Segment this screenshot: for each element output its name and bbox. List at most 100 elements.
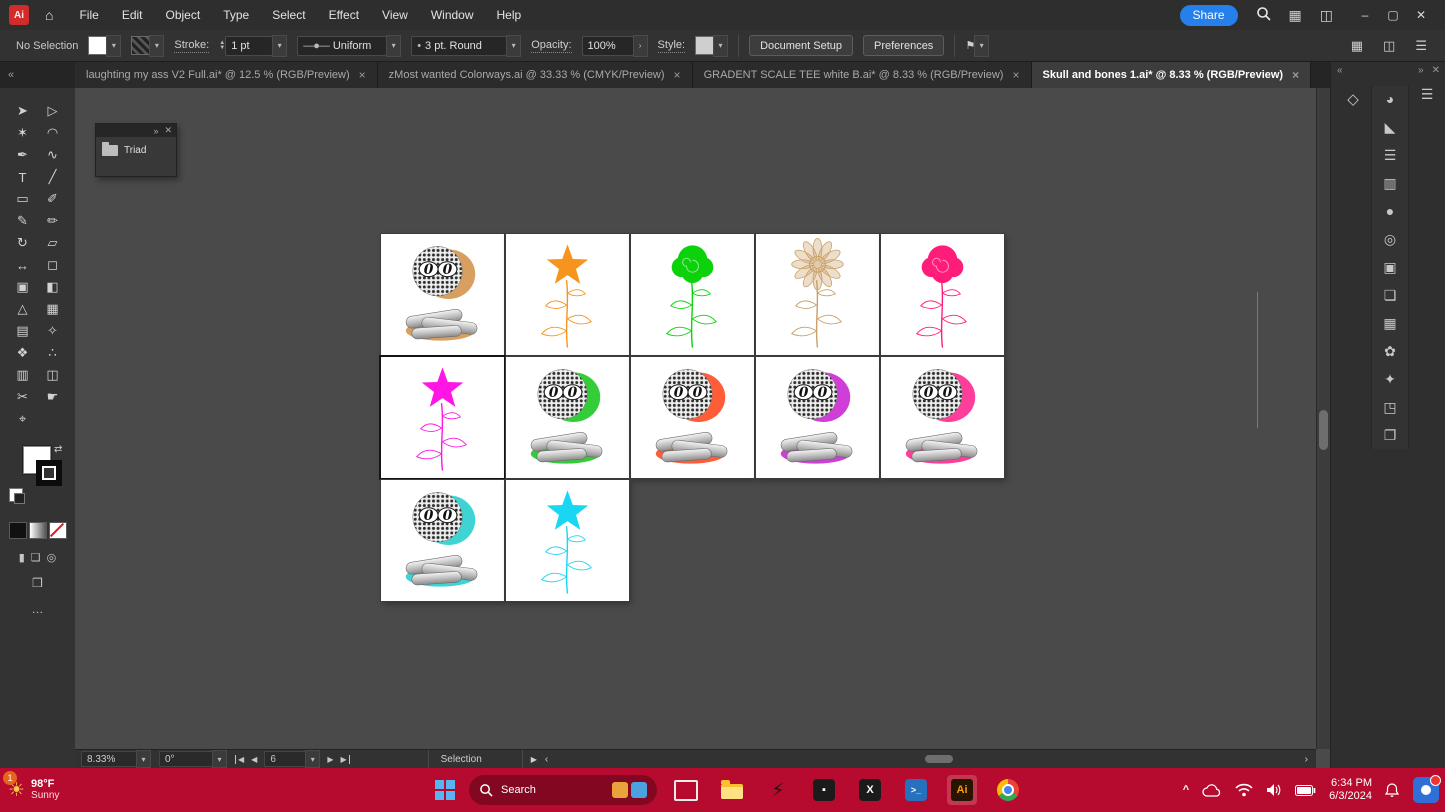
menu-edit[interactable]: Edit (122, 8, 143, 22)
artboard-skull-orange[interactable]: 0 0 (631, 357, 754, 478)
vertical-scrollbar-thumb[interactable] (1319, 410, 1328, 450)
first-artboard-icon[interactable]: ◀ (235, 755, 244, 764)
workspace-chevron-icon[interactable]: ▾ (974, 35, 989, 57)
swap-fill-stroke-icon[interactable]: ⇄ (54, 444, 62, 455)
stroke-label[interactable]: Stroke: (174, 39, 209, 53)
document-tab[interactable]: GRADENT SCALE TEE white B.ai* @ 8.33 % (… (693, 62, 1032, 88)
menu-window[interactable]: Window (431, 8, 474, 22)
adjustments-icon[interactable]: ☰ (1421, 86, 1434, 102)
wifi-icon[interactable] (1235, 783, 1253, 797)
panel-toggle-icon[interactable]: ◫ (1383, 38, 1395, 54)
last-artboard-icon[interactable]: ▶ (340, 755, 349, 764)
artboard-skull-cyan[interactable]: 0 0 (381, 480, 504, 601)
stroke-weight-chevron-icon[interactable]: ▾ (272, 35, 287, 57)
triad-panel-menu-icon[interactable]: » (153, 126, 158, 136)
perspective-grid-tool[interactable]: △ (8, 298, 38, 320)
collapse-dock-icon[interactable]: « (8, 69, 14, 81)
tray-chevron-icon[interactable]: ^ (1183, 784, 1189, 796)
style-chevron-icon[interactable]: ▾ (713, 35, 728, 57)
rectangle-tool[interactable]: ▭ (8, 188, 38, 210)
menu-file[interactable]: File (79, 8, 98, 22)
artboard-flower-cyan[interactable] (506, 480, 629, 601)
magic-wand-tool[interactable]: ✶ (8, 122, 38, 144)
opacity-label[interactable]: Opacity: (531, 39, 571, 53)
document-setup-button[interactable]: Document Setup (749, 35, 853, 56)
lightning-app-icon[interactable]: ⚡ (763, 775, 793, 805)
illustrator-icon[interactable]: Ai (947, 775, 977, 805)
search-icon[interactable] (1256, 6, 1271, 24)
chrome-icon[interactable] (993, 775, 1023, 805)
layers-icon[interactable]: ❏ (1384, 288, 1397, 303)
default-fill-stroke-icon[interactable] (9, 488, 23, 502)
menu-view[interactable]: View (382, 8, 408, 22)
windows-start-button[interactable] (435, 780, 455, 800)
brush-chevron-icon[interactable]: ▾ (506, 35, 521, 57)
artboard-skull-magenta[interactable]: 0 0 (756, 357, 879, 478)
more-tools-icon[interactable]: … (32, 602, 44, 616)
horizontal-scrollbar-thumb[interactable] (925, 755, 953, 763)
stroke-swatch-chevron-icon[interactable]: ▾ (149, 35, 164, 57)
artboard-flower-tan[interactable] (756, 234, 879, 355)
zoom-level-select[interactable]: 8.33% (81, 751, 137, 767)
artboard-number-select[interactable]: 6 (264, 751, 306, 767)
grid-table-icon[interactable]: ▦ (1383, 316, 1396, 331)
kit-icon[interactable]: ✦ (1384, 372, 1396, 387)
weather-widget[interactable]: 1 ☀ 98°F Sunny (8, 778, 59, 802)
artboard-flower-orange[interactable] (506, 234, 629, 355)
line-segment-tool[interactable]: ╱ (38, 166, 68, 188)
stroke-color-well[interactable] (36, 460, 62, 486)
artboard-flower-green[interactable] (631, 234, 754, 355)
opacity-chevron-icon[interactable]: › (633, 35, 648, 57)
triad-panel[interactable]: » ✕ Triad (95, 123, 177, 177)
rotation-select[interactable]: 0° (159, 751, 213, 767)
list-view-icon[interactable]: ☰ (1415, 38, 1427, 54)
gradient-button[interactable] (29, 522, 47, 539)
stroke-profile-select[interactable]: —●— Uniform (297, 36, 387, 56)
triad-panel-close-icon[interactable]: ✕ (164, 125, 172, 136)
lasso-tool[interactable]: ◠ (38, 122, 68, 144)
maximize-button[interactable]: ▢ (1379, 8, 1407, 22)
artboard-skull-tan[interactable]: 0 0 (381, 234, 504, 355)
menu-select[interactable]: Select (272, 8, 305, 22)
style-label[interactable]: Style: (658, 39, 686, 53)
column-graph-tool[interactable]: ▥ (8, 364, 38, 386)
draw-inside-icon[interactable]: ◎ (47, 551, 57, 564)
workspace-panel-icon[interactable]: ◫ (1320, 7, 1333, 24)
type-tool[interactable]: T (8, 166, 38, 188)
menu-help[interactable]: Help (497, 8, 522, 22)
home-icon[interactable]: ⌂ (45, 7, 53, 23)
artboard-skull-green[interactable]: 0 0 (506, 357, 629, 478)
selection-tool[interactable]: ➤ (8, 100, 38, 122)
pen-tool[interactable]: ✒ (8, 144, 38, 166)
screen-frame-icon[interactable]: ▣ (1383, 260, 1396, 275)
target-dot-icon[interactable]: ◎ (1384, 232, 1396, 247)
dots-grid-icon[interactable]: ▦ (1351, 38, 1363, 54)
draw-behind-icon[interactable]: ❏ (31, 551, 41, 564)
next-artboard-icon[interactable]: ▶ (327, 755, 333, 764)
notification-bell-icon[interactable] (1385, 783, 1399, 798)
dock-expand-icon[interactable]: « (1337, 65, 1343, 76)
vertical-scrollbar[interactable] (1316, 88, 1331, 749)
artboard-flower-magenta[interactable] (381, 357, 504, 478)
scale-tool[interactable]: ▱ (38, 232, 68, 254)
menu-object[interactable]: Object (166, 8, 201, 22)
direct-selection-tool[interactable]: ▷ (38, 100, 68, 122)
stroke-swatch[interactable] (131, 36, 150, 55)
eyedropper-tool[interactable]: ✧ (38, 320, 68, 342)
hand-tool[interactable]: ☛ (38, 386, 68, 408)
shading-sphere-icon[interactable]: ◕ (1386, 92, 1394, 107)
x-app-icon[interactable]: X (855, 775, 885, 805)
clock[interactable]: 6:34 PM 6/3/2024 (1329, 777, 1372, 803)
file-explorer-icon[interactable] (717, 775, 747, 805)
live-paint-bucket-tool[interactable]: ◧ (38, 276, 68, 298)
window-app-icon[interactable] (671, 775, 701, 805)
hscroll-left-icon[interactable]: ‹ (545, 754, 548, 765)
properties-lines-icon[interactable]: ☰ (1384, 148, 1397, 163)
fill-swatch[interactable] (88, 36, 107, 55)
pencil-tool[interactable]: ✎ (8, 210, 38, 232)
artboard-flower-pink[interactable] (881, 234, 1004, 355)
minimize-button[interactable]: – (1351, 8, 1379, 22)
fill-swatch-chevron-icon[interactable]: ▾ (106, 35, 121, 57)
status-play-icon[interactable]: ▶ (531, 755, 537, 764)
powershell-icon[interactable]: >_ (901, 775, 931, 805)
